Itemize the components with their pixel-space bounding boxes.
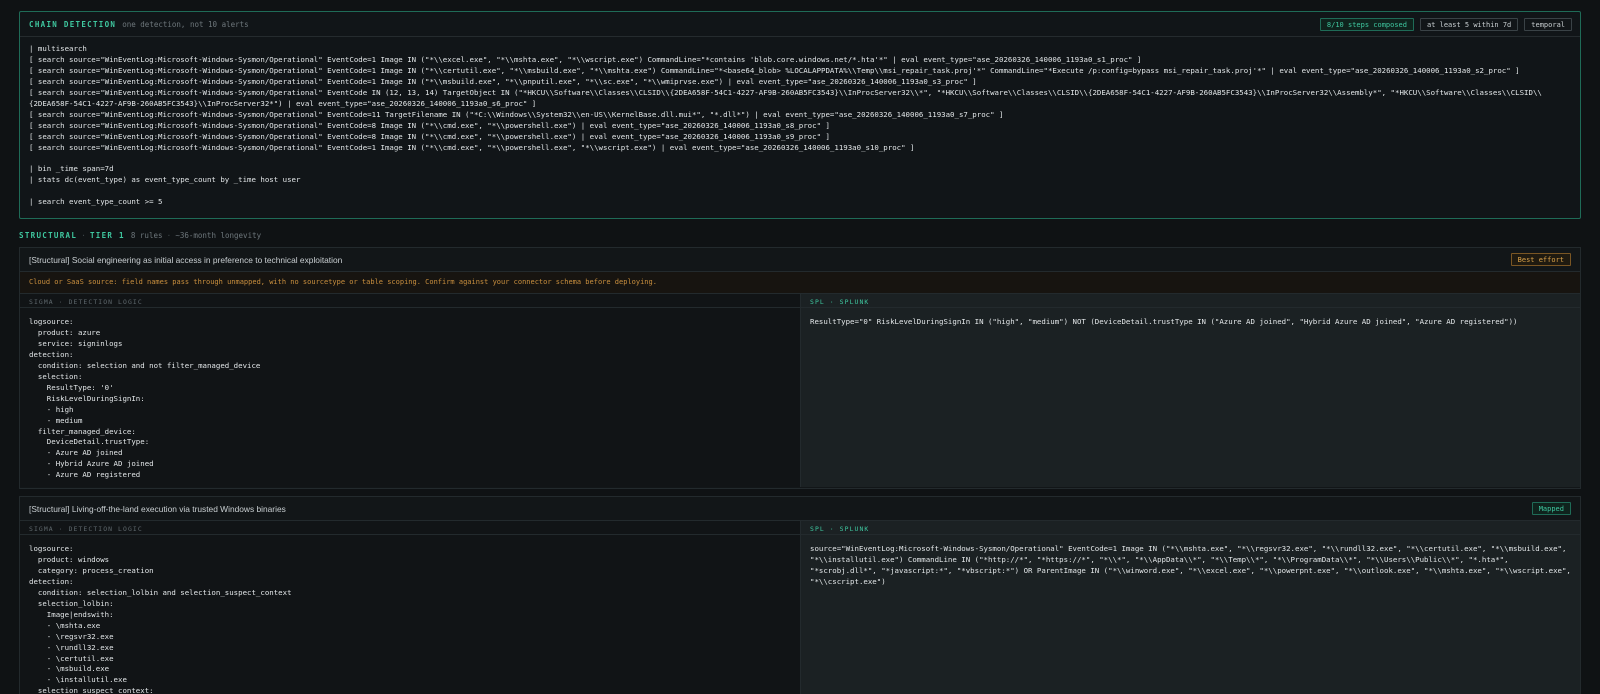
rule-header: [Structural] Living-off-the-land executi… <box>20 497 1580 521</box>
sigma-pane: SIGMA · DETECTION LOGIC logsource: produ… <box>20 521 801 694</box>
structural-section-header: STRUCTURAL · TIER 1 8 rules · ~36-month … <box>19 229 261 241</box>
rule-header: [Structural] Social engineering as initi… <box>20 248 1580 272</box>
chain-detection-panel: CHAIN DETECTION one detection, not 10 al… <box>19 11 1581 219</box>
sigma-code[interactable]: logsource: product: azure service: signi… <box>20 308 800 481</box>
chain-detection-title: CHAIN DETECTION <box>29 19 117 29</box>
spl-pane: SPL · SPLUNK ResultType="0" RiskLevelDur… <box>801 294 1580 487</box>
mapped-badge: Mapped <box>1531 502 1571 515</box>
sigma-pane-label: SIGMA · DETECTION LOGIC <box>20 294 800 308</box>
rule-title: [Structural] Social engineering as initi… <box>29 254 343 265</box>
best-effort-badge: Best effort <box>1510 253 1571 266</box>
chain-detection-header: CHAIN DETECTION one detection, not 10 al… <box>20 12 1580 37</box>
tier-label: TIER 1 <box>89 230 125 240</box>
spl-pane-label: SPL · SPLUNK <box>801 521 1580 535</box>
sigma-code[interactable]: logsource: product: windows category: pr… <box>20 535 800 694</box>
rule-card: [Structural] Social engineering as initi… <box>19 247 1581 489</box>
spl-pane-label: SPL · SPLUNK <box>801 294 1580 308</box>
chain-badges: 8/10 steps composed at least 5 within 7d… <box>1319 18 1572 31</box>
rule-panes: SIGMA · DETECTION LOGIC logsource: produ… <box>20 294 1580 487</box>
spl-code[interactable]: source="WinEventLog:Microsoft-Windows-Sy… <box>801 535 1580 588</box>
rule-count: 8 rules <box>130 230 163 240</box>
schema-warning: Cloud or SaaS source: field names pass t… <box>20 272 1580 294</box>
steps-composed-badge: 8/10 steps composed <box>1319 18 1414 31</box>
rule-title: [Structural] Living-off-the-land executi… <box>29 503 286 514</box>
longevity-label: ~36-month longevity <box>175 230 262 240</box>
sigma-pane: SIGMA · DETECTION LOGIC logsource: produ… <box>20 294 801 487</box>
rule-panes: SIGMA · DETECTION LOGIC logsource: produ… <box>20 521 1580 694</box>
spl-code[interactable]: ResultType="0" RiskLevelDuringSignIn IN … <box>801 308 1580 328</box>
spl-pane: SPL · SPLUNK source="WinEventLog:Microso… <box>801 521 1580 694</box>
chain-spl-code[interactable]: | multisearch [ search source="WinEventL… <box>20 37 1580 208</box>
separator-dot: · <box>166 230 172 240</box>
window-badge: at least 5 within 7d <box>1419 18 1519 31</box>
separator-dot: · <box>81 230 86 240</box>
rule-card: [Structural] Living-off-the-land executi… <box>19 496 1581 694</box>
sigma-pane-label: SIGMA · DETECTION LOGIC <box>20 521 800 535</box>
chain-detection-subtitle: one detection, not 10 alerts <box>122 19 249 29</box>
mode-badge: temporal <box>1524 18 1572 31</box>
structural-label: STRUCTURAL <box>19 230 78 240</box>
